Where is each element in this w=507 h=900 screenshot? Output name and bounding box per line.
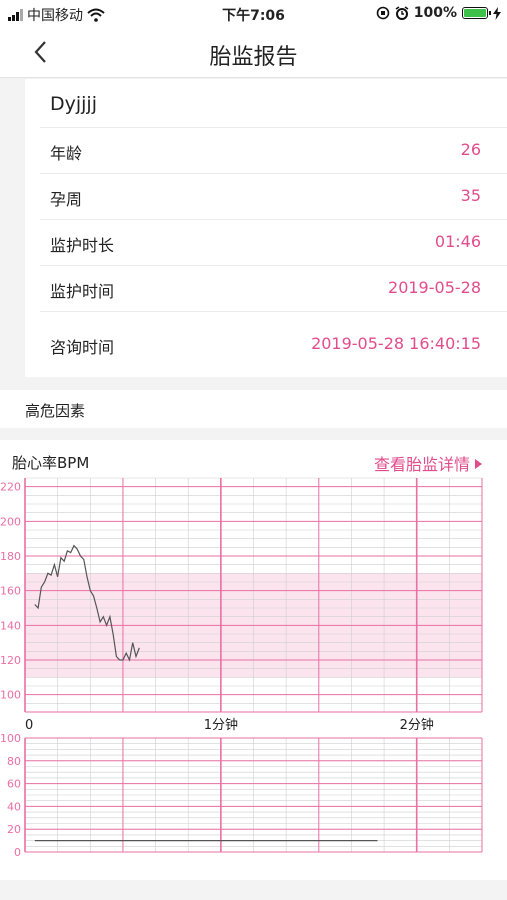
y-tick-label: 20	[7, 823, 21, 836]
y-tick-label: 160	[0, 585, 21, 598]
page-title: 胎监报告	[209, 45, 298, 70]
risk-factors-section: 高危因素	[0, 390, 507, 428]
orientation-lock-icon	[376, 6, 390, 20]
nav-bar: 胎监报告	[0, 28, 507, 78]
status-bar: 中国移动 下午7:06 100%	[0, 0, 507, 28]
fetal-monitor-chart: 100 120 140 160 180 200 220 0 20 40 60 80 100 0 1分钟 2分钟	[0, 477, 483, 859]
info-value: 35	[460, 186, 481, 205]
y-tick-label: 40	[7, 800, 21, 813]
charging-icon	[493, 6, 501, 20]
info-row-monitor-date: 监护时间 2019-05-28	[40, 265, 507, 311]
chart-title: 胎心率BPM	[12, 454, 90, 472]
y-tick-label: 120	[0, 654, 21, 667]
y-tick-label: 180	[0, 550, 21, 563]
triangle-right-icon	[475, 459, 482, 469]
battery-percent: 100%	[413, 5, 457, 21]
x-tick-label: 2分钟	[400, 717, 434, 733]
alarm-icon	[395, 6, 409, 20]
info-label: 年龄	[50, 144, 83, 163]
y-tick-label: 0	[14, 846, 21, 859]
info-row-age: 年龄 26	[40, 127, 507, 173]
risk-factors-label: 高危因素	[25, 402, 86, 420]
x-tick-label: 1分钟	[204, 717, 238, 733]
info-value: 26	[460, 140, 481, 159]
y-tick-label: 100	[0, 732, 21, 745]
y-tick-label: 60	[7, 778, 21, 791]
patient-info-card: Dyjjjj 年龄 26 孕周 35 监护时长 01:46 监护时间 2019-…	[25, 79, 507, 377]
patient-name: Dyjjjj	[50, 93, 97, 115]
info-value: 2019-05-28 16:40:15	[311, 334, 481, 353]
contraction-panel: 0 20 40 60 80 100	[0, 732, 483, 859]
view-details-label: 查看胎监详情	[373, 455, 470, 474]
battery-icon	[462, 7, 491, 19]
fetal-monitor-card: 100 120 140 160 180 200 220 0 20 40 60 80 100 0 1分钟 2分钟…	[0, 440, 507, 880]
info-row-gestational-week: 孕周 35	[40, 173, 507, 219]
y-tick-label: 100	[0, 689, 21, 702]
view-details-link[interactable]: 查看胎监详情	[374, 451, 482, 475]
info-label: 监护时间	[50, 282, 115, 301]
y-tick-label: 140	[0, 619, 21, 632]
info-label: 咨询时间	[50, 338, 115, 357]
info-row-duration: 监护时长 01:46	[40, 219, 507, 265]
info-value: 2019-05-28	[388, 278, 481, 297]
y-tick-label: 220	[0, 481, 21, 494]
status-right: 100%	[376, 5, 501, 21]
y-tick-label: 80	[7, 755, 21, 768]
info-label: 孕周	[50, 190, 83, 209]
info-row-consult-time: 咨询时间 2019-05-28 16:40:15	[40, 311, 507, 377]
info-label: 监护时长	[50, 236, 115, 255]
heart-rate-panel: 100 120 140 160 180 200 220	[0, 477, 483, 713]
y-tick-label: 200	[0, 515, 21, 528]
x-tick-label: 0	[25, 718, 33, 733]
info-value: 01:46	[434, 232, 481, 251]
